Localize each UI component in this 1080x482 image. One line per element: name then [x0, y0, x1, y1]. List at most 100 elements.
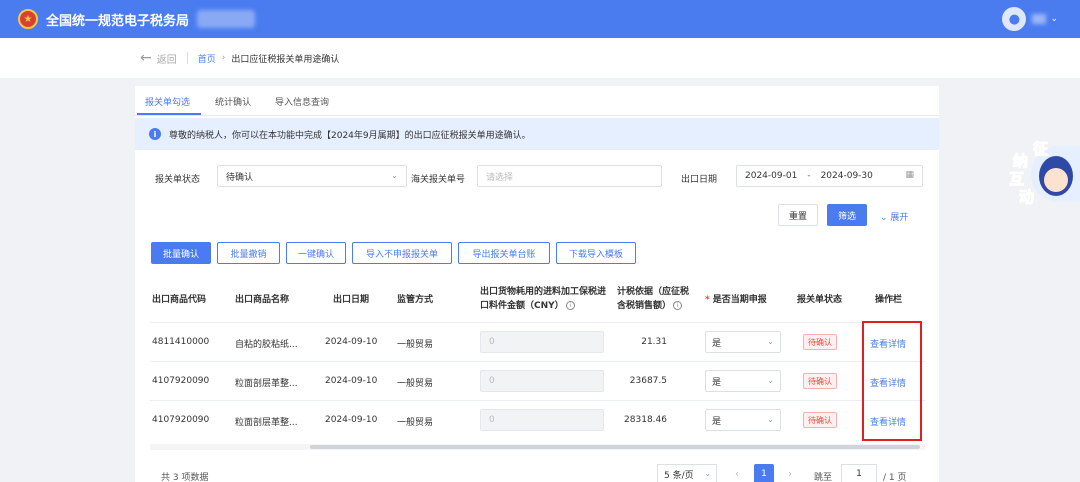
cell-name: 自粘的胶粘纸... [235, 340, 298, 350]
cell-name: 粒面剖层革整... [235, 418, 298, 428]
customs-no-placeholder: 请选择 [486, 172, 514, 183]
notice-text: 尊敬的纳税人，你可以在本功能中完成【2024年9月属期】的出口应征税报关单用途确… [169, 130, 531, 141]
chevron-down-icon: ⌄ [704, 469, 711, 478]
mascot-char: 动 [1018, 188, 1035, 207]
active-tab-indicator [137, 113, 201, 115]
chevron-down-icon: ⌄ [391, 171, 398, 180]
declare-value: 是 [712, 338, 722, 349]
col-header-name: 出口商品名称 [235, 295, 290, 305]
interaction-assistant-widget[interactable]: 征 纳 互 动 [1003, 136, 1080, 212]
notice-banner: i 尊敬的纳税人，你可以在本功能中完成【2024年9月属期】的出口应征税报关单用… [135, 118, 939, 150]
cell-method: 一般贸易 [397, 418, 434, 428]
declare-select[interactable]: 是 ⌄ [705, 370, 781, 392]
expand-label: 展开 [890, 213, 909, 223]
status-badge: 待确认 [803, 373, 837, 389]
cell-date: 2024-09-10 [325, 337, 378, 347]
user-avatar-icon[interactable]: ● [1002, 7, 1027, 31]
amount-value: 0 [489, 337, 495, 347]
col-header-date: 出口日期 [333, 295, 370, 305]
calendar-icon: ▦ [905, 170, 914, 180]
status-filter-value: 待确认 [226, 172, 254, 183]
status-filter-select[interactable]: 待确认 ⌄ [217, 165, 407, 187]
import-not-declared-button[interactable]: 导入不申报报关单 [352, 242, 452, 264]
row-divider [150, 322, 925, 323]
date-range-picker[interactable]: 2024-09-01 - 2024-09-30 ▦ [736, 165, 923, 187]
prev-page-icon[interactable]: ‹ [735, 469, 739, 480]
customs-no-label: 海关报关单号 [411, 175, 466, 185]
cell-basis: 23687.5 [629, 376, 667, 386]
info-icon: i [149, 128, 161, 140]
page-size-select[interactable]: 5 条/页 ⌄ [657, 464, 717, 482]
cell-code: 4107920090 [152, 415, 210, 425]
col-header-amount: 出口货物耗用的进料加工保税进口料件金额（CNY） i [480, 285, 608, 313]
divider [186, 52, 188, 64]
breadcrumb-current: 出口应征税报关单用途确认 [231, 54, 340, 65]
breadcrumb: ← 返回 首页 › 出口应征税报关单用途确认 [0, 38, 1080, 78]
user-menu[interactable]: ● ⌄ [1002, 7, 1058, 31]
scrollbar-thumb[interactable] [310, 445, 920, 449]
declare-value: 是 [712, 416, 722, 427]
amount-input: 0 [480, 331, 604, 353]
top-header: ★ 全国统一规范电子税务局 ● ⌄ [0, 0, 1080, 38]
info-icon[interactable]: i [565, 301, 575, 310]
date-separator: - [807, 171, 811, 181]
national-emblem-icon: ★ [18, 9, 38, 29]
one-click-confirm-button[interactable]: 一键确认 [286, 242, 346, 264]
chevron-down-icon: ⌄ [880, 213, 891, 223]
declare-select[interactable]: 是 ⌄ [705, 331, 781, 353]
horizontal-scrollbar[interactable] [150, 444, 925, 450]
back-button[interactable]: ← 返回 [140, 50, 177, 66]
declare-value: 是 [712, 377, 722, 388]
required-asterisk: * [705, 295, 710, 305]
jump-page-input[interactable]: 1 [841, 464, 877, 482]
expand-filters-link[interactable]: ⌄ 展开 [880, 210, 908, 223]
chevron-down-icon: ⌄ [767, 337, 774, 346]
status-badge: 待确认 [803, 412, 837, 428]
page-size-value: 5 条/页 [664, 470, 694, 481]
cell-method: 一般贸易 [397, 340, 434, 350]
row-divider [150, 400, 925, 401]
search-button[interactable]: 筛选 [827, 204, 867, 226]
date-to: 2024-09-30 [820, 171, 873, 181]
blurred-region-label [197, 10, 256, 28]
customs-no-input[interactable]: 请选择 [477, 165, 662, 187]
next-page-icon[interactable]: › [788, 469, 792, 480]
row-divider [150, 361, 925, 362]
col-header-basis: 计税依据（应征税含税销售额） i [617, 285, 697, 313]
col-header-declare-text: 是否当期申报 [712, 295, 767, 305]
cell-name: 粒面剖层革整... [235, 379, 298, 389]
col-header-status: 报关单状态 [797, 295, 843, 305]
status-badge: 待确认 [803, 334, 837, 350]
chevron-down-icon: ⌄ [767, 415, 774, 424]
tab-statistics-confirm[interactable]: 统计确认 [215, 95, 251, 108]
date-from: 2024-09-01 [745, 171, 798, 181]
page-1-button[interactable]: 1 [754, 464, 774, 482]
cell-method: 一般贸易 [397, 379, 434, 389]
site-title: 全国统一规范电子税务局 [46, 13, 190, 29]
chevron-down-icon[interactable]: ⌄ [1050, 14, 1058, 24]
batch-revoke-button[interactable]: 批量撤销 [217, 242, 280, 264]
cell-code: 4811410000 [152, 337, 210, 347]
batch-confirm-button[interactable]: 批量确认 [151, 242, 211, 264]
export-ledger-button[interactable]: 导出报关单台账 [458, 242, 550, 264]
breadcrumb-home-link[interactable]: 首页 [198, 52, 216, 65]
col-header-ops: 操作栏 [875, 295, 903, 305]
jump-page-value: 1 [856, 469, 862, 479]
tab-bar: 报关单勾选 统计确认 导入信息查询 [135, 86, 939, 116]
mascot-char: 征 [1032, 140, 1049, 159]
chevron-down-icon: ⌄ [767, 376, 774, 385]
col-header-method: 监管方式 [397, 295, 434, 305]
col-header-amount-text: 出口货物耗用的进料加工保税进口料件金额（CNY） [480, 287, 607, 311]
highlight-frame [862, 321, 922, 441]
chevron-right-icon: › [221, 53, 226, 63]
info-icon[interactable]: i [673, 301, 683, 310]
arrow-left-icon: ← [140, 50, 152, 66]
tab-declaration-select[interactable]: 报关单勾选 [145, 95, 190, 108]
amount-value: 0 [489, 376, 495, 386]
reset-button[interactable]: 重置 [778, 204, 818, 226]
download-template-button[interactable]: 下载导入模板 [556, 242, 636, 264]
declare-select[interactable]: 是 ⌄ [705, 409, 781, 431]
col-header-code: 出口商品代码 [152, 295, 207, 305]
tab-import-query[interactable]: 导入信息查询 [275, 95, 329, 108]
status-filter-label: 报关单状态 [155, 175, 201, 185]
